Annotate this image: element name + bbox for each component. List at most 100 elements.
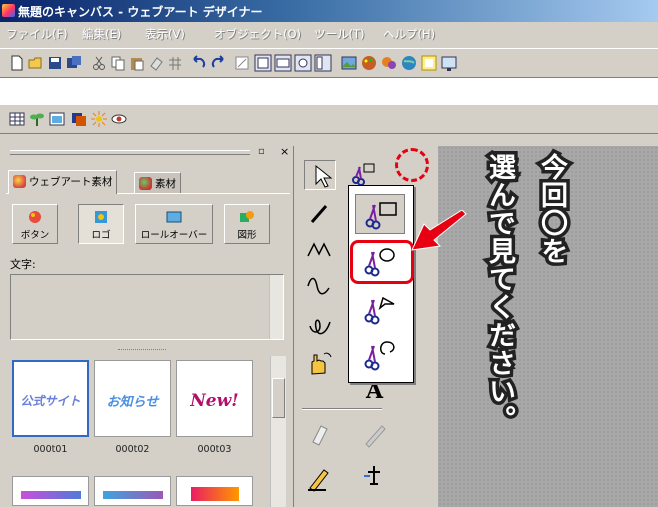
clip-polygon-option[interactable]	[355, 290, 405, 330]
tool-separator	[302, 408, 382, 410]
selection-tool-button[interactable]	[304, 160, 336, 190]
category-button-button[interactable]: ボタン	[12, 204, 58, 244]
pin-icon[interactable]: ▫	[258, 146, 265, 157]
effect-icon[interactable]	[380, 54, 398, 72]
menu-edit[interactable]: 編集(E)	[82, 26, 121, 42]
open-folder-icon[interactable]	[27, 54, 45, 72]
plant-icon[interactable]	[28, 110, 46, 128]
gallery-scroll-thumb[interactable]	[272, 378, 285, 418]
layout3-icon[interactable]	[294, 54, 312, 72]
red-arrow-icon	[411, 210, 467, 251]
grid-icon[interactable]	[166, 54, 184, 72]
dropper-tool-button[interactable]	[360, 462, 392, 492]
eraser-icon[interactable]	[147, 54, 165, 72]
thumbnail-next[interactable]	[94, 476, 171, 506]
preview-icon[interactable]	[440, 54, 458, 72]
category-label: ボタン	[20, 230, 50, 241]
marker-tool-icon	[308, 469, 329, 492]
save-as-icon[interactable]	[65, 54, 83, 72]
table-icon[interactable]	[8, 110, 26, 128]
logo-category-icon	[93, 209, 109, 225]
thumbnail-preview: 公式サイト	[20, 394, 81, 408]
thumbnail-next[interactable]	[176, 476, 253, 506]
copy-icon[interactable]	[109, 54, 127, 72]
thumbnail-label: 000t03	[197, 444, 232, 455]
tab-materials[interactable]: 素材	[134, 172, 181, 194]
menu-object[interactable]: オブジェクト(O)	[214, 26, 301, 42]
thumbnail-000t01[interactable]: 公式サイト	[12, 360, 89, 437]
save-icon[interactable]	[46, 54, 64, 72]
highlight-box	[350, 240, 414, 284]
tab-webart-materials[interactable]: ウェブアート素材	[8, 170, 118, 194]
paste-icon[interactable]	[128, 54, 146, 72]
eraser-tool-icon	[312, 425, 328, 446]
thumbnail-preview: New!	[190, 391, 239, 411]
category-logo-button[interactable]: ロゴ	[78, 204, 124, 244]
eye-icon[interactable]	[110, 110, 128, 128]
line-tool-icon	[310, 205, 328, 223]
panel-grip[interactable]	[10, 150, 250, 155]
redo-icon[interactable]	[209, 54, 227, 72]
text-label: 文字:	[10, 258, 36, 271]
clip-rectangle-option[interactable]	[355, 194, 405, 234]
edit-icon[interactable]	[233, 54, 251, 72]
dock-separator	[0, 134, 658, 146]
category-label: ロゴ	[91, 230, 111, 241]
polyline-tool-button[interactable]	[304, 234, 336, 264]
materials-tab-icon	[139, 177, 152, 190]
undo-icon[interactable]	[190, 54, 208, 72]
layout1-icon[interactable]	[254, 54, 272, 72]
line-tool-button[interactable]	[304, 198, 336, 228]
layout4-icon[interactable]	[314, 54, 332, 72]
text-scrollbar[interactable]	[269, 275, 283, 339]
globe-icon[interactable]	[400, 54, 418, 72]
window-title: 無題のキャンバス - ウェブアート デザイナー	[18, 5, 263, 19]
menu-bar: ファイル(F) 編集(E) 表示(V) オブジェクト(O) ツール(T) ヘルプ…	[0, 22, 658, 44]
pencil-tool-button[interactable]	[360, 418, 392, 448]
clip-polygon-icon	[364, 296, 395, 325]
light-icon[interactable]	[90, 110, 108, 128]
panel-close-icon[interactable]: ×	[280, 145, 289, 158]
new-file-icon[interactable]	[8, 54, 26, 72]
secondary-toolbar	[0, 104, 658, 134]
gallery-scrollbar[interactable]	[270, 356, 286, 507]
thumbnail-label: 000t02	[115, 444, 150, 455]
menu-view[interactable]: 表示(V)	[145, 26, 185, 42]
curve-tool-icon	[307, 277, 330, 295]
hand-tool-button[interactable]	[304, 348, 336, 378]
dropper-tool-icon	[364, 466, 380, 485]
dropdown-highlight	[395, 148, 429, 182]
annotation-line-1: 今回〇を	[533, 150, 571, 269]
clip-rectangle-icon	[365, 202, 397, 230]
clip-freehand-option[interactable]	[355, 336, 405, 376]
freehand-tool-button[interactable]	[304, 310, 336, 340]
layers-icon[interactable]	[70, 110, 88, 128]
menu-file[interactable]: ファイル(F)	[6, 26, 68, 42]
hand-tool-icon	[311, 352, 332, 375]
thumbnail-000t03[interactable]: New!	[176, 360, 253, 437]
layout2-icon[interactable]	[274, 54, 292, 72]
logo-gallery: 公式サイト お知らせ New! 000t01 000t02 000t03	[10, 356, 270, 507]
annotation-line-2: 選んで見てください。	[481, 150, 519, 437]
picture-icon[interactable]	[48, 110, 66, 128]
panel-splitter[interactable]	[0, 346, 292, 356]
cut-icon[interactable]	[90, 54, 108, 72]
image-icon[interactable]	[340, 54, 358, 72]
webart-tab-icon	[13, 175, 26, 188]
rollover-category-icon	[166, 209, 182, 225]
menu-help[interactable]: ヘルプ(H)	[383, 26, 435, 42]
marker-tool-button[interactable]	[304, 462, 336, 492]
palette-icon[interactable]	[360, 54, 378, 72]
category-label: 図形	[237, 230, 257, 241]
frame-icon[interactable]	[420, 54, 438, 72]
text-input[interactable]	[10, 274, 284, 340]
eraser-tool-button[interactable]	[304, 418, 336, 448]
curve-tool-button[interactable]	[304, 272, 336, 302]
menu-tools[interactable]: ツール(T)	[314, 26, 365, 42]
thumbnail-000t02[interactable]: お知らせ	[94, 360, 171, 437]
pencil-tool-icon	[365, 425, 386, 448]
clip-freehand-icon	[364, 341, 395, 371]
category-rollover-button[interactable]: ロールオーバー	[135, 204, 213, 244]
category-shape-button[interactable]: 図形	[224, 204, 270, 244]
thumbnail-next[interactable]	[12, 476, 89, 506]
